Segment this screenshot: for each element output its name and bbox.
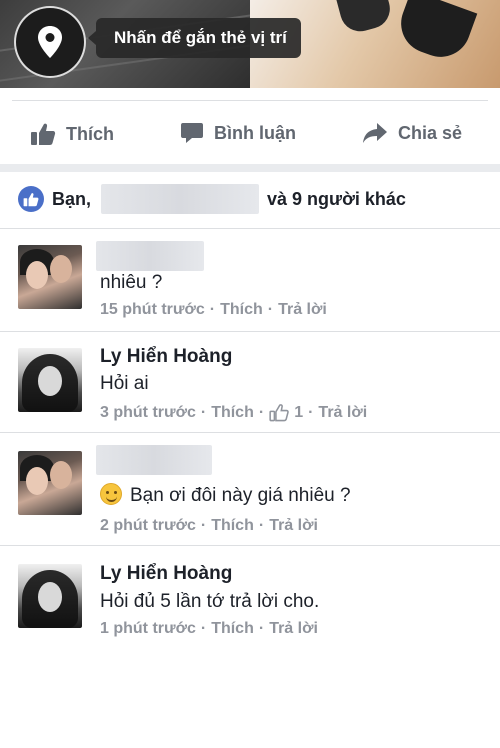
location-tooltip-text: Nhấn để gắn thẻ vị trí bbox=[114, 28, 287, 47]
comment-meta: 3 phút trước · Thích · 1 · Trả lời bbox=[100, 403, 368, 422]
comment-text: Hỏi đủ 5 lần tớ trả lời cho. bbox=[100, 591, 320, 612]
avatar[interactable] bbox=[18, 451, 82, 515]
likes-prefix: Bạn, bbox=[52, 188, 92, 209]
thumbs-up-icon bbox=[31, 123, 56, 145]
location-button[interactable] bbox=[14, 6, 86, 78]
comment-reply-link[interactable]: Trả lời bbox=[269, 517, 318, 535]
avatar[interactable] bbox=[18, 348, 82, 412]
comment-item: Ly Hiển Hoàng Hỏi ai 3 phút trước · Thíc… bbox=[0, 332, 500, 432]
location-pin-icon bbox=[38, 26, 62, 58]
comment-like-count[interactable]: 1 bbox=[269, 403, 303, 422]
comment-reply-link[interactable]: Trả lời bbox=[278, 301, 327, 319]
likes-suffix: và 9 người khác bbox=[267, 188, 406, 209]
comment-text: nhiêu ? bbox=[100, 272, 163, 293]
comment-time: 3 phút trước bbox=[100, 403, 196, 421]
comment-time: 15 phút trước bbox=[100, 301, 205, 318]
shoe-image bbox=[392, 0, 478, 66]
shoe-image bbox=[335, 0, 395, 36]
comment-reply-link[interactable]: Trả lời bbox=[269, 620, 318, 638]
comment-text: Hỏi ai bbox=[100, 373, 149, 394]
comment-meta: 1 phút trước · Thích · Trả lời bbox=[100, 620, 318, 638]
avatar[interactable] bbox=[18, 564, 82, 628]
likes-summary[interactable]: Bạn, và 9 người khác bbox=[0, 172, 500, 226]
smiling-face-icon bbox=[100, 483, 122, 505]
share-label: Chia sẻ bbox=[398, 122, 463, 143]
comment-label: Bình luận bbox=[214, 122, 296, 143]
comment-like-link[interactable]: Thích bbox=[211, 404, 254, 422]
comment-author[interactable]: Ly Hiển Hoàng bbox=[100, 563, 232, 585]
comment-text: Bạn ơi đôi này giá nhiêu ? bbox=[100, 483, 351, 507]
comment-like-link[interactable]: Thích bbox=[220, 301, 263, 319]
like-reaction-icon bbox=[18, 186, 44, 212]
like-button[interactable]: Thích bbox=[30, 122, 114, 146]
comment-item: nhiêu ? 15 phút trước · Thích · Trả lời bbox=[0, 229, 500, 331]
section-gap bbox=[0, 164, 500, 172]
blurred-name bbox=[101, 184, 260, 214]
comment-like-link[interactable]: Thích bbox=[211, 620, 254, 638]
thumbs-up-outline-icon bbox=[269, 404, 289, 422]
share-arrow-icon bbox=[363, 123, 387, 143]
share-button[interactable]: Chia sẻ bbox=[362, 122, 462, 144]
comment-like-link[interactable]: Thích bbox=[211, 517, 254, 535]
blurred-author-name[interactable] bbox=[96, 241, 204, 271]
location-tooltip[interactable]: Nhấn để gắn thẻ vị trí bbox=[88, 18, 301, 58]
comment-reply-link[interactable]: Trả lời bbox=[318, 404, 367, 422]
blurred-author-name[interactable] bbox=[96, 445, 212, 475]
action-bar: Thích Bình luận Chia sẻ bbox=[0, 104, 500, 162]
avatar[interactable] bbox=[18, 245, 82, 309]
comment-item: Bạn ơi đôi này giá nhiêu ? 2 phút trước … bbox=[0, 433, 500, 545]
like-count-value: 1 bbox=[294, 403, 304, 421]
comment-time: 2 phút trước bbox=[100, 517, 196, 534]
comment-time: 1 phút trước bbox=[100, 620, 196, 637]
comment-text-content: Bạn ơi đôi này giá nhiêu ? bbox=[130, 485, 351, 506]
comment-icon bbox=[181, 123, 203, 143]
comment-item: Ly Hiển Hoàng Hỏi đủ 5 lần tớ trả lời ch… bbox=[0, 546, 500, 646]
comment-author[interactable]: Ly Hiển Hoàng bbox=[100, 346, 232, 368]
comment-meta: 15 phút trước · Thích · Trả lời bbox=[100, 301, 327, 319]
comment-button[interactable]: Bình luận bbox=[180, 122, 296, 144]
like-label: Thích bbox=[66, 123, 114, 144]
divider bbox=[12, 100, 488, 101]
comment-meta: 2 phút trước · Thích · Trả lời bbox=[100, 517, 318, 535]
